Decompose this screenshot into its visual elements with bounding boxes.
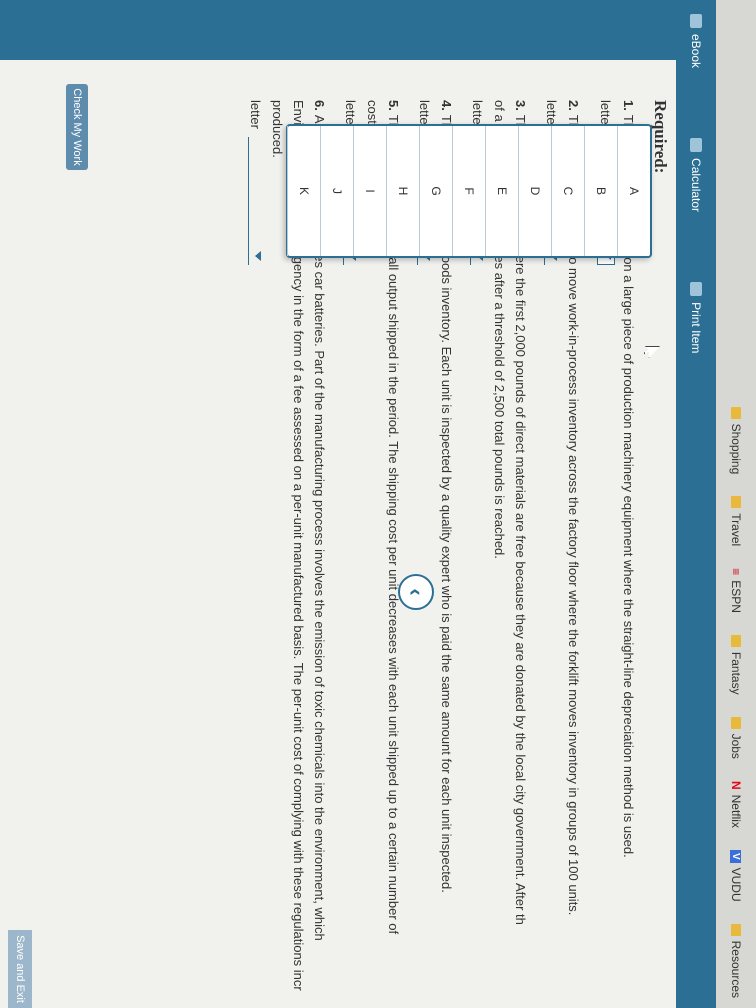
question-number: 5. [386,100,401,111]
dropdown-option[interactable]: J [320,126,353,256]
book-icon [690,14,702,28]
ebook-button[interactable]: eBook [689,14,703,68]
dropdown-option[interactable]: E [485,126,518,256]
question-number: 3. [513,100,528,111]
bookmark-label: Fantasy [729,651,743,695]
check-my-work-button[interactable]: Check My Work [66,84,88,170]
dropdown-option[interactable]: K [287,126,320,256]
bookmark-fantasy[interactable]: Fantasy [729,634,743,695]
dropdown-option[interactable]: F [452,126,485,256]
espn-icon: ≡ [729,568,743,576]
question-number: 2. [566,100,581,111]
dropdown-option[interactable]: A [617,126,650,256]
question-6-cont2: produced. [270,100,285,158]
chevron-down-icon [255,250,261,261]
required-heading: Required: [651,100,670,174]
dropdown-option[interactable]: C [551,126,584,256]
folder-icon [731,634,741,647]
dropdown-option[interactable]: H [386,126,419,256]
folder-icon [731,923,741,936]
question-number: 1. [621,100,636,111]
ebook-label: eBook [689,34,703,69]
bookmark-label: Shopping [729,423,743,475]
printer-icon [690,282,702,297]
question-number: 6. [312,100,327,111]
letter-dropdown-list: A B C D E F G H I J K [286,124,652,258]
dropdown-option[interactable]: G [419,126,452,256]
answer-row-6: letter [248,100,264,1008]
bookmark-netflix[interactable]: N Netflix [729,781,743,828]
calculator-button[interactable]: Calculator [689,138,703,212]
netflix-icon: N [729,780,743,790]
calculator-label: Calculator [689,158,703,213]
answer-label: letter [248,100,264,129]
bookmark-shopping[interactable]: Shopping [729,406,743,475]
chevron-left-icon: ‹ [404,588,429,596]
bookmark-label: ESPN [729,580,743,613]
print-item-label: Print Item [689,302,703,354]
bookmark-travel[interactable]: Travel [729,496,743,546]
folder-icon [731,496,741,509]
letter-select-6[interactable] [248,136,264,265]
bookmark-vudu[interactable]: V VUDU [729,849,743,902]
dropdown-option[interactable]: I [353,126,386,256]
back-arrow-button[interactable]: ‹ [398,574,434,610]
folder-icon [731,716,741,729]
bookmark-label: Netflix [729,794,743,828]
left-sidebar [0,0,676,60]
bookmarks-bar: Shopping Travel ≡ ESPN Fantasy Jobs N Netf… [716,0,756,1008]
bookmark-label: Jobs [729,733,743,759]
bookmark-label: Resources [729,940,743,998]
save-and-exit-button[interactable]: Save and Exit [8,930,32,1008]
bookmark-jobs[interactable]: Jobs [729,716,743,759]
rotated-screen: Shopping Travel ≡ ESPN Fantasy Jobs N Netf… [0,0,756,1008]
bookmark-label: Travel [729,513,743,547]
bookmark-resources[interactable]: Resources [729,923,743,998]
question-number: 4. [439,100,454,111]
calculator-icon [690,138,702,153]
dropdown-option[interactable]: D [518,126,551,256]
dropdown-option[interactable]: B [584,126,617,256]
print-item-button[interactable]: Print Item [689,282,703,353]
bookmark-label: VUDU [729,867,743,902]
bookmark-espn[interactable]: ≡ ESPN [729,568,743,613]
assignment-toolbar: eBook Calculator Print Item [676,0,716,1008]
vudu-icon: V [730,849,742,863]
folder-icon [731,406,741,419]
